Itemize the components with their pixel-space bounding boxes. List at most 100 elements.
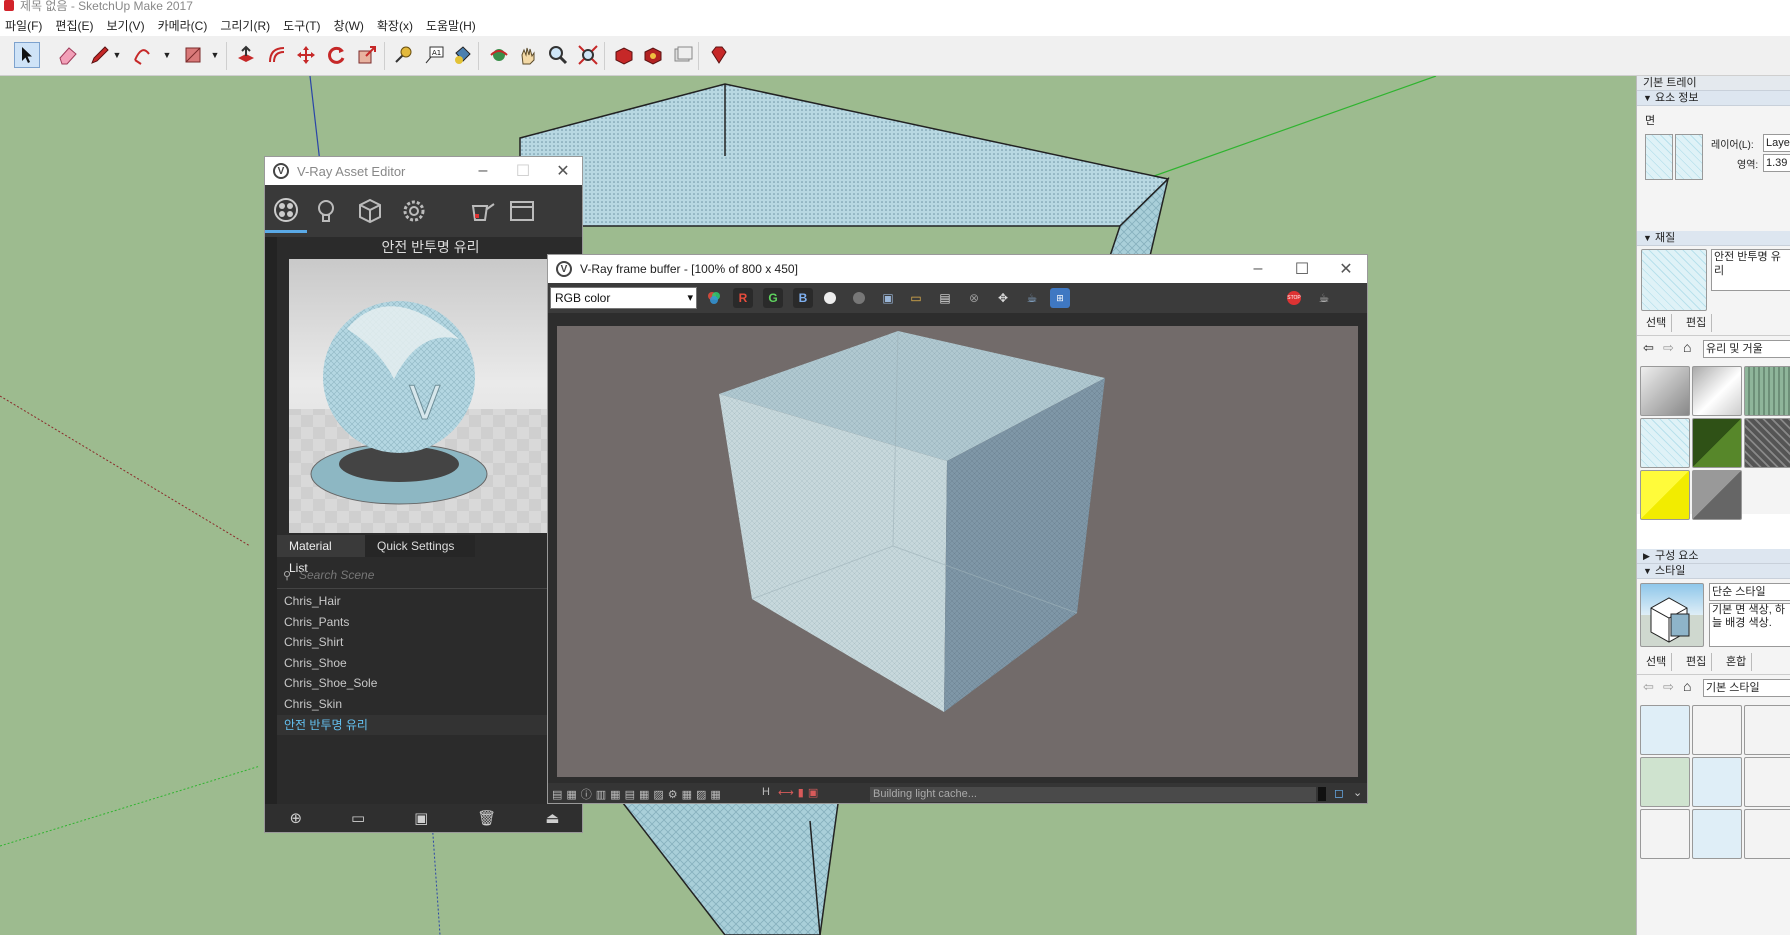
material-swatch-3[interactable] [1744, 366, 1790, 416]
forward-arrow-icon[interactable]: ⇨ [1663, 679, 1674, 695]
toggle-panel-icon[interactable]: ◻ [1334, 786, 1344, 800]
render-teapot-icon[interactable]: ☕ [1314, 288, 1334, 308]
pencil-tool-icon[interactable] [87, 42, 113, 68]
rectangle-tool-icon[interactable] [180, 42, 206, 68]
style-thumb-4[interactable] [1640, 757, 1690, 807]
layout-icon[interactable] [670, 42, 696, 68]
material-swatch-2[interactable] [1692, 366, 1742, 416]
menu-draw[interactable]: 그리기(R) [220, 17, 270, 34]
front-material-swatch[interactable] [1645, 134, 1673, 180]
scale-tool-icon[interactable] [354, 42, 380, 68]
materials-header[interactable]: ▼ 재질 [1637, 231, 1790, 246]
ruby-console-icon[interactable] [706, 42, 732, 68]
minimize-button[interactable]: – [463, 157, 503, 185]
push-pull-tool-icon[interactable] [233, 42, 259, 68]
material-name-field[interactable]: 안전 반투명 유리 [1711, 249, 1790, 291]
style-collection-select[interactable]: 기본 스타일 [1703, 679, 1790, 697]
minimize-button[interactable]: – [1236, 255, 1280, 283]
material-swatch-4[interactable] [1640, 418, 1690, 468]
close-button[interactable]: ✕ [543, 157, 582, 185]
geometry-category-icon[interactable] [349, 189, 391, 233]
settings-category-icon[interactable] [393, 189, 435, 233]
clear-image-icon[interactable]: ⊗ [964, 288, 984, 308]
menu-tools[interactable]: 도구(T) [283, 17, 320, 34]
material-swatch-6[interactable] [1744, 418, 1790, 468]
text-tool-icon[interactable]: A1 [421, 42, 447, 68]
back-arrow-icon[interactable]: ⇦ [1643, 340, 1654, 356]
back-arrow-icon[interactable]: ⇦ [1643, 679, 1654, 695]
area-field[interactable]: 1.39 [1763, 154, 1790, 172]
tab-edit[interactable]: 편집 [1681, 314, 1713, 332]
history-tools-icons[interactable]: ▤▦ⓘ▥▦▤▦▨⚙▦▨▦ [552, 786, 725, 802]
styles-header[interactable]: ▼ 스타일 [1637, 564, 1790, 579]
rectangle-dropdown-icon[interactable]: ▼ [210, 42, 220, 68]
menu-view[interactable]: 보기(V) [106, 17, 144, 34]
tape-measure-tool-icon[interactable] [390, 42, 416, 68]
red-channel-button[interactable]: R [733, 288, 753, 308]
current-style-thumbnail[interactable] [1640, 583, 1704, 647]
color-channels-icon[interactable] [704, 288, 724, 308]
delete-icon[interactable]: 🗑 [477, 809, 496, 827]
materials-category-icon[interactable] [265, 189, 307, 233]
arc-dropdown-icon[interactable]: ▼ [162, 42, 172, 68]
save-icon[interactable]: ▣ [414, 809, 428, 827]
components-header[interactable]: ▶ 구성 요소 [1637, 549, 1790, 564]
frame-buffer-icon[interactable] [501, 189, 543, 233]
maximize-button[interactable]: ☐ [503, 157, 543, 185]
entity-info-header[interactable]: ▼ 요소 정보 [1637, 91, 1790, 106]
home-icon[interactable]: ⌂ [1683, 339, 1691, 355]
select-tool-icon[interactable] [14, 42, 40, 68]
pencil-dropdown-icon[interactable]: ▼ [112, 42, 122, 68]
material-swatch-1[interactable] [1640, 366, 1690, 416]
tab-quick-settings[interactable]: Quick Settings [365, 535, 475, 557]
blue-channel-button[interactable]: B [793, 288, 813, 308]
correction-icons[interactable]: ⟷▮▣ [778, 786, 822, 799]
style-thumb-1[interactable] [1640, 705, 1690, 755]
chevron-down-icon[interactable]: ⌄ [1353, 786, 1362, 799]
collection-select[interactable]: 유리 및 거울 [1703, 340, 1790, 358]
style-thumb-8[interactable] [1692, 809, 1742, 859]
list-item[interactable]: Chris_Pants [277, 612, 582, 633]
forward-arrow-icon[interactable]: ⇨ [1663, 340, 1674, 356]
arc-tool-icon[interactable] [129, 42, 155, 68]
stop-render-icon[interactable]: STOP [1284, 288, 1304, 308]
style-thumb-7[interactable] [1640, 809, 1690, 859]
3d-warehouse-icon[interactable] [611, 42, 637, 68]
list-item[interactable]: Chris_Skin [277, 694, 582, 715]
tab-material-list[interactable]: Material List [277, 535, 365, 575]
list-item[interactable]: Chris_Shoe [277, 653, 582, 674]
scene-search-input[interactable]: Search Scene [277, 561, 582, 589]
tab-edit[interactable]: 편집 [1681, 653, 1713, 671]
style-thumb-9[interactable] [1744, 809, 1790, 859]
render-teapot-icon[interactable] [460, 189, 502, 233]
offset-tool-icon[interactable] [264, 42, 290, 68]
menu-file[interactable]: 파일(F) [5, 17, 42, 34]
lights-category-icon[interactable] [305, 189, 347, 233]
orbit-tool-icon[interactable] [486, 42, 512, 68]
style-thumb-2[interactable] [1692, 705, 1742, 755]
material-swatch-5[interactable] [1692, 418, 1742, 468]
menu-window[interactable]: 창(W) [334, 17, 364, 34]
cleanup-icon[interactable]: ⏏ [545, 809, 559, 827]
open-folder-icon[interactable]: ▭ [906, 288, 926, 308]
zoom-extents-tool-icon[interactable] [575, 42, 601, 68]
green-channel-button[interactable]: G [763, 288, 783, 308]
layer-field[interactable]: Laye [1763, 134, 1790, 152]
style-thumb-6[interactable] [1744, 757, 1790, 807]
lens-effects-icon[interactable]: ⊞ [1050, 288, 1070, 308]
style-thumb-5[interactable] [1692, 757, 1742, 807]
menu-edit[interactable]: 편집(E) [55, 17, 93, 34]
render-region-teapot-icon[interactable]: ☕ [1022, 288, 1042, 308]
rotate-tool-icon[interactable] [323, 42, 349, 68]
style-thumb-3[interactable] [1744, 705, 1790, 755]
open-file-icon[interactable]: ▭ [351, 809, 365, 827]
menu-extensions[interactable]: 확장(x) [377, 17, 413, 34]
close-button[interactable]: ✕ [1324, 255, 1367, 283]
maximize-button[interactable]: ☐ [1280, 255, 1324, 283]
menu-help[interactable]: 도움말(H) [426, 17, 476, 34]
channel-select[interactable]: RGB color [550, 287, 697, 309]
current-material-swatch[interactable] [1641, 249, 1707, 311]
paint-bucket-tool-icon[interactable] [449, 42, 475, 68]
tab-select[interactable]: 선택 [1641, 314, 1673, 332]
menu-camera[interactable]: 카메라(C) [158, 17, 208, 34]
